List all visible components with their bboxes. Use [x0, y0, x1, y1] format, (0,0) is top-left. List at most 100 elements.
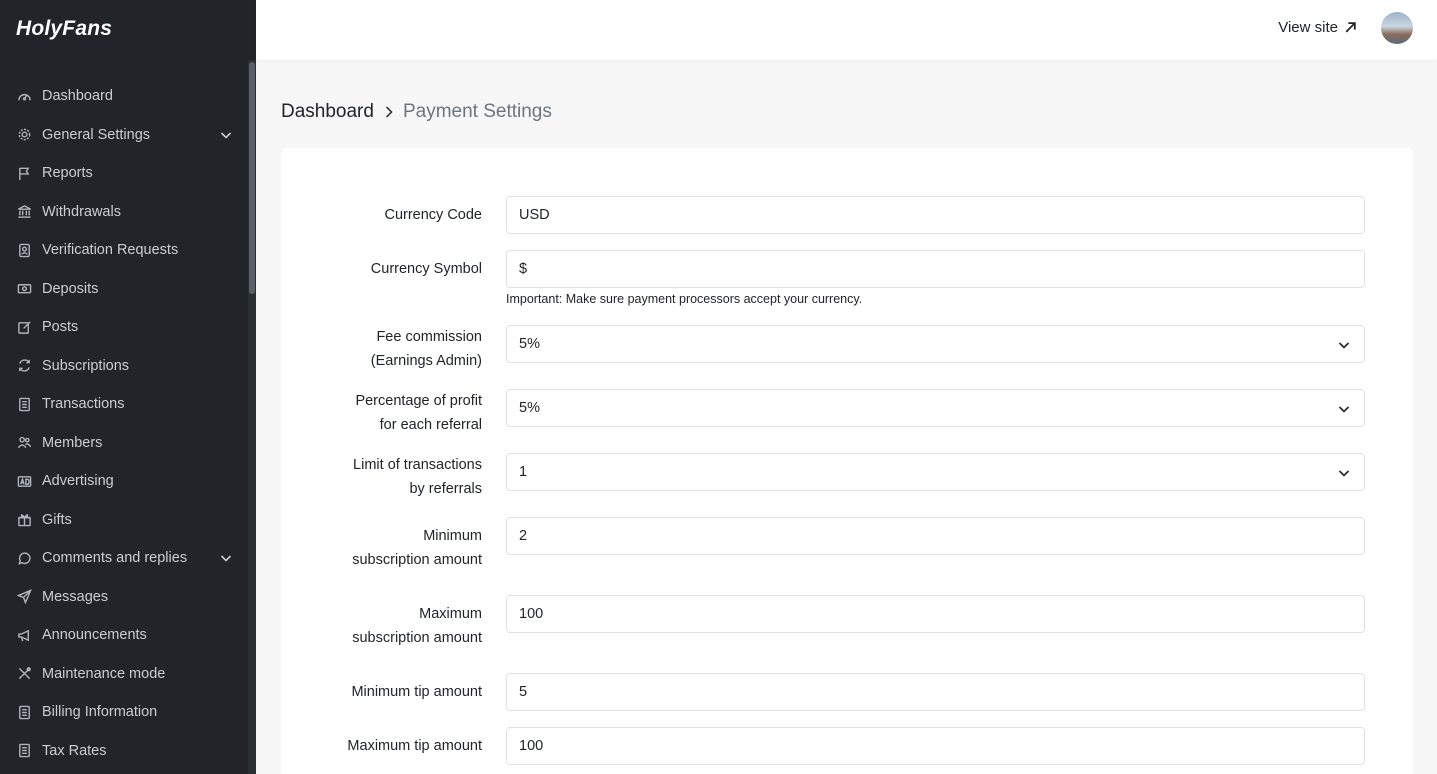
referral-limit-label-line1: Limit of transactions [353, 457, 482, 473]
sidebar-item-label: Maintenance mode [42, 665, 166, 682]
sidebar-item-reports[interactable]: Reports [0, 154, 248, 193]
sidebar-item-billing-information[interactable]: Billing Information [0, 693, 248, 732]
chevron-down-icon [1338, 403, 1350, 415]
max-tip-input[interactable] [506, 727, 1365, 765]
flag-icon [16, 165, 32, 181]
pencil-square-icon [16, 319, 32, 335]
min-subscription-input[interactable] [506, 517, 1365, 555]
gift-icon [16, 512, 32, 528]
sidebar-item-dashboard[interactable]: Dashboard [0, 77, 248, 116]
min-subscription-label-line2: subscription amount [352, 552, 482, 568]
sidebar-item-members[interactable]: Members [0, 424, 248, 463]
min-subscription-label: Minimum subscription amount [352, 524, 482, 572]
sidebar-item-messages[interactable]: Messages [0, 578, 248, 617]
max-subscription-label-line1: Maximum [419, 606, 482, 622]
sidebar-item-label: Subscriptions [42, 357, 130, 374]
sidebar-item-gifts[interactable]: Gifts [0, 501, 248, 540]
sidebar-item-label: Verification Requests [42, 242, 179, 259]
currency-help-text: Important: Make sure payment processors … [506, 292, 863, 306]
sidebar-item-general-settings[interactable]: General Settings [0, 116, 248, 155]
receipt-icon [16, 396, 32, 412]
referral-limit-select[interactable]: 1 [506, 453, 1365, 491]
referral-limit-value: 1 [519, 464, 528, 480]
megaphone-icon [16, 627, 32, 643]
brand-logo[interactable]: HolyFans [16, 17, 112, 41]
send-icon [16, 589, 32, 605]
sidebar-item-label: Withdrawals [42, 203, 121, 220]
min-tip-label: Minimum tip amount [351, 684, 482, 700]
min-subscription-label-line1: Minimum [423, 528, 482, 544]
sidebar-item-label: Billing Information [42, 704, 158, 721]
breadcrumb-current: Payment Settings [402, 101, 552, 122]
payment-settings-card: Currency Code Currency Symbol Important:… [281, 148, 1413, 774]
id-badge-icon [16, 242, 32, 258]
sidebar-item-comments-and-replies[interactable]: Comments and replies [0, 539, 248, 578]
sidebar-item-label: Announcements [42, 627, 147, 644]
tools-icon [16, 666, 32, 682]
max-subscription-label-line2: subscription amount [352, 630, 482, 646]
sidebar-item-subscriptions[interactable]: Subscriptions [0, 347, 248, 386]
sidebar-item-maintenance-mode[interactable]: Maintenance mode [0, 655, 248, 694]
sidebar-item-withdrawals[interactable]: Withdrawals [0, 193, 248, 232]
currency-code-input[interactable] [506, 196, 1365, 234]
arrow-up-right-icon [1345, 22, 1356, 33]
referral-profit-select[interactable]: 5% [506, 389, 1365, 427]
max-subscription-label: Maximum subscription amount [352, 602, 482, 650]
referral-profit-label: Percentage of profit for each referral [355, 389, 482, 437]
currency-symbol-input[interactable] [506, 250, 1365, 288]
sidebar-item-label: Messages [42, 588, 109, 605]
sidebar-scrollbar-thumb[interactable] [249, 62, 255, 294]
cash-icon [16, 281, 32, 297]
sidebar-item-announcements[interactable]: Announcements [0, 616, 248, 655]
breadcrumb: Dashboard Payment Settings [281, 101, 552, 123]
currency-symbol-label: Currency Symbol [370, 261, 482, 277]
chevron-down-icon [1338, 339, 1350, 351]
receipt-icon [16, 704, 32, 720]
sidebar-item-tax-rates[interactable]: Tax Rates [0, 732, 248, 771]
referral-limit-label: Limit of transactions by referrals [353, 453, 482, 501]
people-icon [16, 435, 32, 451]
refresh-icon [16, 358, 32, 374]
sidebar-item-label: General Settings [42, 126, 151, 143]
chevron-right-icon [383, 105, 394, 119]
max-tip-label: Maximum tip amount [347, 738, 482, 754]
sidebar-item-label: Posts [42, 319, 79, 336]
speedometer-icon [16, 88, 32, 104]
sidebar-item-label: Advertising [42, 473, 114, 490]
fee-commission-label-line1: Fee commission [376, 329, 482, 345]
view-site-link[interactable]: View site [1278, 19, 1357, 36]
sidebar-item-advertising[interactable]: Advertising [0, 462, 248, 501]
sidebar-item-label: Tax Rates [42, 742, 107, 759]
fee-commission-label: Fee commission (Earnings Admin) [371, 325, 482, 373]
fee-commission-value: 5% [519, 336, 540, 352]
sidebar-item-verification-requests[interactable]: Verification Requests [0, 231, 248, 270]
fee-commission-label-line2: (Earnings Admin) [370, 353, 482, 369]
chevron-down-icon[interactable] [220, 552, 232, 564]
sidebar-item-deposits[interactable]: Deposits [0, 270, 248, 309]
sidebar-item-label: Reports [42, 165, 93, 182]
receipt-icon [16, 743, 32, 759]
currency-code-label: Currency Code [384, 207, 482, 223]
sidebar: HolyFans Dashboard General Settings Report… [0, 0, 256, 774]
sidebar-item-label: Gifts [42, 511, 72, 528]
fee-commission-select[interactable]: 5% [506, 325, 1365, 363]
sidebar-item-posts[interactable]: Posts [0, 308, 248, 347]
sidebar-item-label: Deposits [42, 280, 99, 297]
referral-profit-label-line1: Percentage of profit [355, 393, 482, 409]
avatar[interactable] [1381, 12, 1413, 44]
chat-icon [16, 550, 32, 566]
referral-limit-label-line2: by referrals [409, 481, 482, 497]
min-tip-input[interactable] [506, 673, 1365, 711]
referral-profit-value: 5% [519, 400, 540, 416]
ad-icon [16, 473, 32, 489]
bank-icon [16, 204, 32, 220]
gear-icon [16, 127, 32, 143]
sidebar-item-label: Members [42, 434, 103, 451]
chevron-down-icon[interactable] [220, 129, 232, 141]
sidebar-item-label: Dashboard [42, 88, 113, 105]
breadcrumb-home[interactable]: Dashboard [281, 101, 374, 123]
sidebar-item-transactions[interactable]: Transactions [0, 385, 248, 424]
max-subscription-input[interactable] [506, 595, 1365, 633]
sidebar-nav: Dashboard General Settings Reports Withdraw… [0, 77, 248, 770]
topbar: View site [256, 0, 1437, 60]
